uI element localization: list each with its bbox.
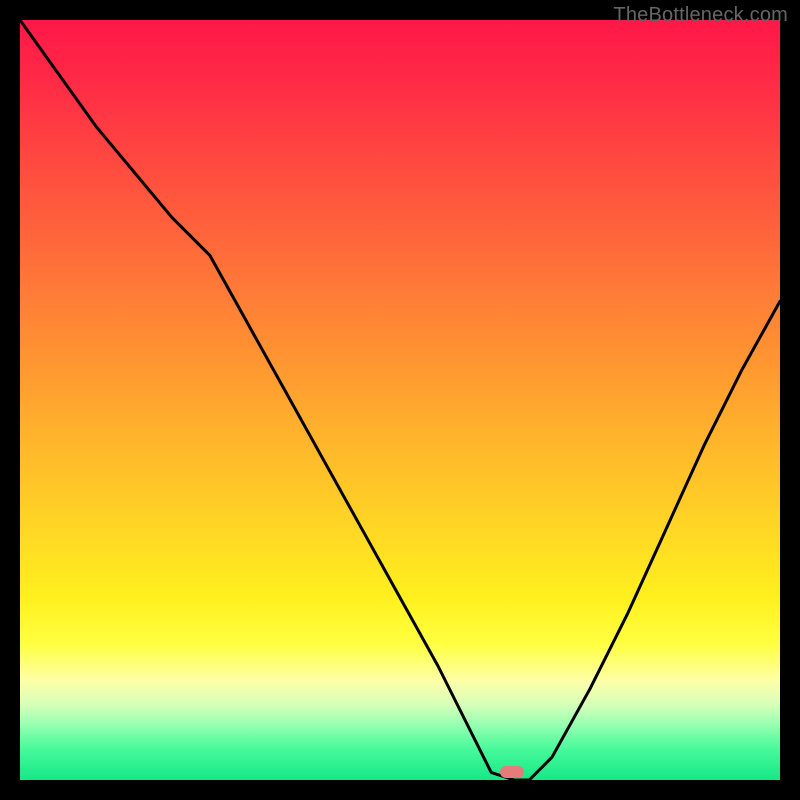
optimal-point-marker xyxy=(500,766,524,778)
chart-container: TheBottleneck.com xyxy=(0,0,800,800)
bottleneck-curve xyxy=(20,20,780,780)
watermark-text: TheBottleneck.com xyxy=(613,4,788,27)
plot-area xyxy=(20,20,780,780)
